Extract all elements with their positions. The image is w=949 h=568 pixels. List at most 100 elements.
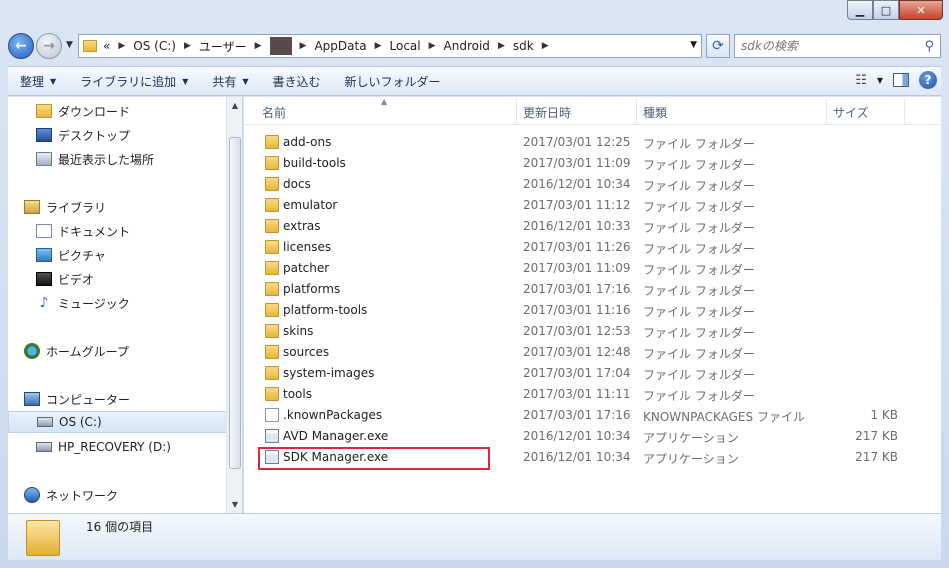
- column-name[interactable]: 名前: [262, 104, 286, 121]
- command-bar-right: ☷ ▼ ?: [855, 71, 937, 89]
- nav-item-music[interactable]: ♪ ミュージック: [36, 292, 255, 314]
- file-type: ファイル フォルダー: [643, 158, 755, 172]
- chevron-right-icon[interactable]: ▶: [118, 41, 125, 51]
- navigation-pane: ダウンロード デスクトップ 最近表示した場所 ライブラリ ドキュメント ピクチャ…: [8, 97, 243, 513]
- file-type: ファイル フォルダー: [643, 326, 755, 340]
- back-button[interactable]: ←: [8, 33, 34, 59]
- nav-item-recent-places[interactable]: 最近表示した場所: [36, 148, 255, 170]
- file-row[interactable]: extras 2016/12/01 10:33 ファイル フォルダー: [258, 216, 928, 237]
- file-name: platform-tools: [283, 303, 368, 317]
- nav-item-libraries[interactable]: ライブラリ: [24, 196, 243, 218]
- file-row[interactable]: licenses 2017/03/01 11:26 ファイル フォルダー: [258, 237, 928, 258]
- view-options-icon[interactable]: ☷: [855, 73, 867, 88]
- help-icon[interactable]: ?: [919, 71, 937, 89]
- file-name: skins: [283, 324, 314, 338]
- nav-item-pictures[interactable]: ピクチャ: [36, 244, 255, 266]
- chevron-right-icon[interactable]: ▶: [429, 41, 436, 51]
- preview-pane-icon[interactable]: [893, 73, 909, 87]
- chevron-right-icon[interactable]: ▶: [300, 41, 307, 51]
- address-bar[interactable]: « ▶ OS (C:) ▶ ユーザー ▶ ▶ AppData ▶ Local ▶…: [78, 34, 702, 58]
- breadcrumb-username-redacted[interactable]: [269, 37, 292, 55]
- column-size[interactable]: サイズ: [833, 104, 869, 121]
- nav-item-network[interactable]: ネットワーク: [24, 484, 243, 506]
- organize-button[interactable]: 整理 ▼: [8, 73, 68, 90]
- share-button[interactable]: 共有 ▼: [200, 73, 260, 90]
- maximize-button[interactable]: □: [873, 0, 899, 20]
- nav-item-drive-c[interactable]: OS (C:): [8, 411, 227, 433]
- minimize-button[interactable]: ▁: [847, 0, 873, 20]
- chevron-down-icon: ▼: [182, 76, 189, 86]
- column-divider[interactable]: [636, 99, 637, 123]
- file-size: 217 KB: [855, 429, 898, 443]
- file-name: licenses: [283, 240, 332, 254]
- breadcrumb-drive[interactable]: OS (C:): [133, 39, 176, 53]
- folder-icon: [265, 261, 279, 275]
- file-row[interactable]: patcher 2017/03/01 11:09 ファイル フォルダー: [258, 258, 928, 279]
- breadcrumb-appdata[interactable]: AppData: [314, 39, 366, 53]
- chevron-down-icon[interactable]: ▼: [877, 76, 883, 85]
- file-row[interactable]: system-images 2017/03/01 17:04 ファイル フォルダー: [258, 363, 928, 384]
- file-row[interactable]: emulator 2017/03/01 11:12 ファイル フォルダー: [258, 195, 928, 216]
- nav-item-downloads[interactable]: ダウンロード: [36, 100, 255, 122]
- search-box[interactable]: ⚲: [734, 34, 941, 58]
- chevron-right-icon[interactable]: ▶: [184, 41, 191, 51]
- add-to-library-button[interactable]: ライブラリに追加 ▼: [68, 73, 200, 90]
- nav-item-computer[interactable]: コンピューター: [24, 388, 243, 410]
- file-row[interactable]: sources 2017/03/01 12:48 ファイル フォルダー: [258, 342, 928, 363]
- chevron-right-icon[interactable]: ▶: [498, 41, 505, 51]
- file-row[interactable]: .knownPackages 2017/03/01 17:16 KNOWNPACKA…: [258, 405, 928, 426]
- column-divider[interactable]: [826, 99, 827, 123]
- folder-icon: [265, 324, 279, 338]
- nav-item-videos[interactable]: ビデオ: [36, 268, 255, 290]
- navigation-row: ← → ▼ « ▶ OS (C:) ▶ ユーザー ▶ ▶ AppData ▶ L…: [8, 32, 941, 60]
- nav-item-desktop[interactable]: デスクトップ: [36, 124, 255, 146]
- scroll-thumb[interactable]: [229, 137, 241, 469]
- column-modified[interactable]: 更新日時: [523, 104, 571, 121]
- file-row[interactable]: platform-tools 2017/03/01 11:16 ファイル フォルダー: [258, 300, 928, 321]
- nav-label: コンピューター: [46, 392, 131, 407]
- nav-item-documents[interactable]: ドキュメント: [36, 220, 255, 242]
- breadcrumb-sdk[interactable]: sdk: [513, 39, 534, 53]
- file-row[interactable]: skins 2017/03/01 12:53 ファイル フォルダー: [258, 321, 928, 342]
- refresh-button[interactable]: ⟳: [706, 34, 730, 58]
- close-button[interactable]: ✕: [899, 0, 943, 20]
- sort-ascending-icon: ▲: [381, 97, 388, 106]
- scroll-down-icon[interactable]: ▼: [229, 500, 241, 509]
- recent-pages-dropdown[interactable]: ▼: [66, 40, 73, 50]
- nav-item-drive-d[interactable]: HP_RECOVERY (D:): [36, 436, 255, 458]
- file-row[interactable]: AVD Manager.exe 2016/12/01 10:34 アプリケーション 2…: [258, 426, 928, 447]
- forward-button[interactable]: →: [36, 33, 62, 59]
- breadcrumb-local[interactable]: Local: [390, 39, 421, 53]
- breadcrumb-users[interactable]: ユーザー: [199, 38, 247, 55]
- burn-button[interactable]: 書き込む: [261, 73, 333, 90]
- scroll-up-icon[interactable]: ▲: [229, 101, 241, 110]
- new-folder-button[interactable]: 新しいフォルダー: [333, 73, 453, 90]
- search-icon[interactable]: ⚲: [924, 39, 934, 54]
- breadcrumb-android[interactable]: Android: [444, 39, 490, 53]
- file-row[interactable]: build-tools 2017/03/01 11:09 ファイル フォルダー: [258, 153, 928, 174]
- file-row[interactable]: tools 2017/03/01 11:11 ファイル フォルダー: [258, 384, 928, 405]
- file-row[interactable]: platforms 2017/03/01 17:16 ファイル フォルダー: [258, 279, 928, 300]
- breadcrumb-overflow[interactable]: «: [103, 39, 110, 53]
- search-input[interactable]: [741, 39, 925, 53]
- file-row[interactable]: add-ons 2017/03/01 12:25 ファイル フォルダー: [258, 132, 928, 153]
- file-date: 2017/03/01 11:11: [523, 387, 631, 401]
- address-history-dropdown[interactable]: ▼: [690, 40, 697, 50]
- chevron-right-icon[interactable]: ▶: [375, 41, 382, 51]
- file-date: 2017/03/01 17:04: [523, 366, 631, 380]
- column-divider[interactable]: [516, 99, 517, 123]
- nav-item-homegroup[interactable]: ホームグループ: [24, 340, 243, 362]
- file-date: 2017/03/01 12:25: [523, 135, 631, 149]
- chevron-right-icon[interactable]: ▶: [255, 41, 262, 51]
- column-type[interactable]: 種類: [643, 104, 667, 121]
- chevron-right-icon[interactable]: ▶: [542, 41, 549, 51]
- share-label: 共有: [212, 74, 237, 89]
- nav-label: ダウンロード: [58, 104, 131, 119]
- refresh-icon: ⟳: [712, 38, 724, 54]
- column-divider[interactable]: [904, 99, 905, 123]
- file-date: 2016/12/01 10:34: [523, 177, 631, 191]
- nav-label: 最近表示した場所: [58, 152, 155, 167]
- file-row[interactable]: docs 2016/12/01 10:34 ファイル フォルダー: [258, 174, 928, 195]
- nav-scrollbar[interactable]: ▲ ▼: [226, 97, 242, 513]
- file-date: 2017/03/01 11:16: [523, 303, 631, 317]
